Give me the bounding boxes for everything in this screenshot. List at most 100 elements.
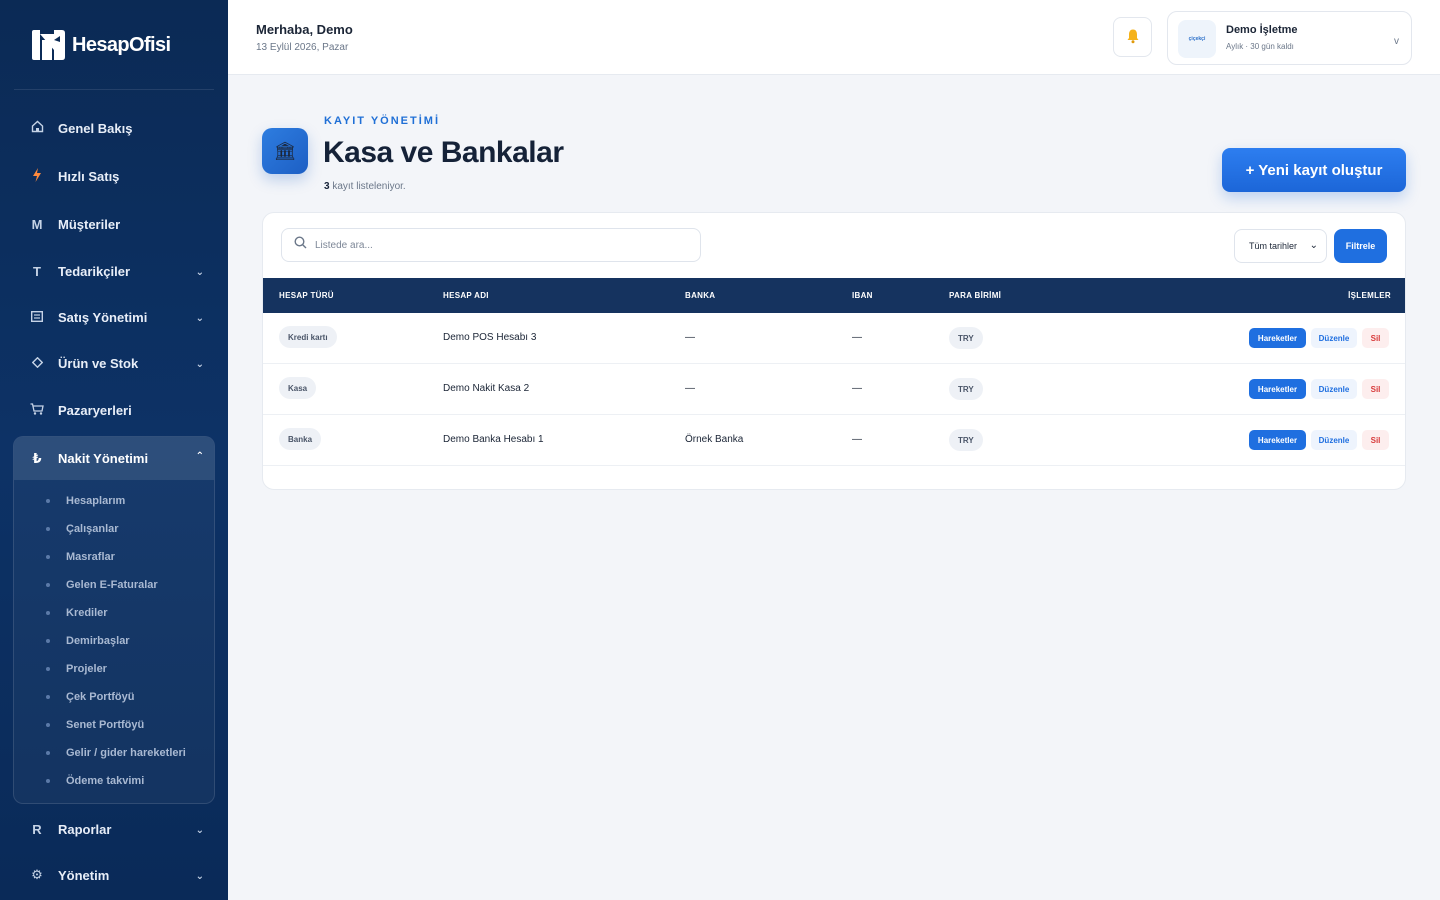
sidebar-item-sales[interactable]: Satış Yönetimi ⌄ xyxy=(14,295,214,339)
edit-button[interactable]: Düzenle xyxy=(1311,379,1357,399)
currency-badge: TRY xyxy=(949,378,983,400)
sidebar-item-cash-management[interactable]: ₺ Nakit Yönetimi ⌃ xyxy=(14,437,214,480)
table-header: HESAP TÜRÜ HESAP ADI BANKA IBAN PARA BİR… xyxy=(263,278,1405,313)
chevron-down-icon: ⌄ xyxy=(195,871,204,882)
column-header[interactable]: BANKA xyxy=(685,291,715,300)
bullet-icon xyxy=(46,611,50,615)
record-count: 3 kayıt listeleniyor. xyxy=(324,181,406,192)
delete-button[interactable]: Sil xyxy=(1362,328,1389,348)
sidebar-subitem-label: Gelir / gider hareketleri xyxy=(66,747,186,759)
search-box[interactable] xyxy=(281,228,701,262)
bullet-icon xyxy=(46,695,50,699)
column-header: İŞLEMLER xyxy=(1348,291,1391,300)
sidebar-item-overview[interactable]: Genel Bakış xyxy=(14,106,214,150)
logo-mark-icon xyxy=(30,28,68,62)
delete-button[interactable]: Sil xyxy=(1362,430,1389,450)
column-header[interactable]: PARA BİRİMİ xyxy=(949,291,1001,300)
sidebar-subitem[interactable]: Gelir / gider hareketleri xyxy=(46,743,186,763)
current-date: 13 Eylül 2026, Pazar xyxy=(256,42,349,53)
movements-button[interactable]: Hareketler xyxy=(1249,379,1306,399)
date-range-select[interactable]: Tüm tarihler ⌄ xyxy=(1234,229,1327,263)
sidebar-item-label: Tedarikçiler xyxy=(58,263,131,279)
new-record-button[interactable]: + Yeni kayıt oluştur xyxy=(1222,148,1406,192)
sidebar-subitem[interactable]: Çalışanlar xyxy=(46,519,119,539)
record-count-text: kayıt listeleniyor. xyxy=(329,181,406,192)
chevron-down-icon: ⌄ xyxy=(195,313,204,324)
account-type-badge: Banka xyxy=(279,428,322,450)
bank-name: — xyxy=(685,332,695,343)
bank-icon: 🏛 xyxy=(262,128,308,174)
sidebar-subitem[interactable]: Çek Portföyü xyxy=(46,687,134,707)
movements-button[interactable]: Hareketler xyxy=(1249,328,1306,348)
page-eyebrow: KAYIT YÖNETİMİ xyxy=(324,115,441,127)
bell-icon xyxy=(1125,28,1141,47)
sidebar-subitem[interactable]: Ödeme takvimi xyxy=(46,771,144,791)
sidebar-subitem[interactable]: Hesaplarım xyxy=(46,491,125,511)
sidebar-subitem-label: Ödeme takvimi xyxy=(66,775,145,787)
sidebar-item-marketplaces[interactable]: Pazaryerleri xyxy=(14,388,214,432)
cart-icon xyxy=(30,402,44,418)
sidebar-item-management[interactable]: ⚙ Yönetim ⌄ xyxy=(14,853,214,897)
chevron-down-icon: ⌄ xyxy=(195,359,204,370)
sidebar-item-products[interactable]: Ürün ve Stok ⌄ xyxy=(14,341,214,385)
suppliers-letter-icon: T xyxy=(33,263,41,279)
greeting: Merhaba, Demo xyxy=(256,22,353,37)
business-switcher[interactable]: çiçekçi Demo İşletme Aylık · 30 gün kald… xyxy=(1167,11,1412,65)
sidebar-subitem[interactable]: Demirbaşlar xyxy=(46,631,130,651)
sidebar-item-quick-sale[interactable]: Hızlı Satış xyxy=(14,154,214,198)
bolt-icon xyxy=(30,167,44,185)
table-row[interactable]: Kasa Demo Nakit Kasa 2 — — TRY Hareketle… xyxy=(263,364,1405,415)
movements-button[interactable]: Hareketler xyxy=(1249,430,1306,450)
column-header[interactable]: HESAP ADI xyxy=(443,291,489,300)
sidebar-subitem[interactable]: Masraflar xyxy=(46,547,115,567)
account-name: Demo POS Hesabı 3 xyxy=(443,332,537,343)
sidebar-subitem[interactable]: Gelen E-Faturalar xyxy=(46,575,158,595)
reports-letter-icon: R xyxy=(32,821,42,837)
home-icon xyxy=(30,120,44,136)
business-plan: Aylık · 30 gün kaldı xyxy=(1226,42,1294,51)
sidebar-item-label: Ürün ve Stok xyxy=(58,355,139,371)
bullet-icon xyxy=(46,723,50,727)
sidebar-subitem[interactable]: Krediler xyxy=(46,603,108,623)
sidebar-subitem[interactable]: Senet Portföyü xyxy=(46,715,144,735)
search-input[interactable] xyxy=(315,239,695,251)
bullet-icon xyxy=(46,555,50,559)
sidebar-item-reports[interactable]: R Raporlar ⌄ xyxy=(14,807,214,851)
sidebar-item-label: Raporlar xyxy=(58,821,112,837)
account-type-badge: Kredi kartı xyxy=(279,326,337,348)
sidebar-subitem-label: Çalışanlar xyxy=(66,523,119,535)
sidebar-subitem-label: Projeler xyxy=(66,663,107,675)
bank-name: — xyxy=(685,383,695,394)
chevron-up-icon: ⌃ xyxy=(195,451,204,462)
sidebar: HesapOfisi Genel Bakış Hızlı Satış M Müş… xyxy=(0,0,228,900)
account-name: Demo Banka Hesabı 1 xyxy=(443,434,544,445)
sidebar-subitem[interactable]: Projeler xyxy=(46,659,107,679)
bullet-icon xyxy=(46,583,50,587)
brand-logo[interactable]: HesapOfisi xyxy=(30,28,171,62)
business-logo: çiçekçi xyxy=(1178,20,1216,58)
sidebar-subitem-label: Gelen E-Faturalar xyxy=(66,579,158,591)
bullet-icon xyxy=(46,499,50,503)
sidebar-subitem-label: Çek Portföyü xyxy=(66,691,135,703)
edit-button[interactable]: Düzenle xyxy=(1311,328,1357,348)
column-header[interactable]: HESAP TÜRÜ xyxy=(279,291,334,300)
sidebar-subitem-label: Masraflar xyxy=(66,551,115,563)
account-name: Demo Nakit Kasa 2 xyxy=(443,383,530,394)
bullet-icon xyxy=(46,751,50,755)
sidebar-item-label: Satış Yönetimi xyxy=(58,309,148,325)
sidebar-group-cash-management: ₺ Nakit Yönetimi ⌃ Hesaplarım Çalışanlar… xyxy=(13,436,215,804)
table-row[interactable]: Kredi kartı Demo POS Hesabı 3 — — TRY Ha… xyxy=(263,313,1405,364)
notifications-button[interactable] xyxy=(1113,17,1152,57)
bullet-icon xyxy=(46,667,50,671)
table-row[interactable]: Banka Demo Banka Hesabı 1 Örnek Banka — … xyxy=(263,415,1405,466)
sidebar-item-suppliers[interactable]: T Tedarikçiler ⌄ xyxy=(14,249,214,293)
currency-badge: TRY xyxy=(949,327,983,349)
delete-button[interactable]: Sil xyxy=(1362,379,1389,399)
chevron-down-icon: ⌄ xyxy=(195,825,204,836)
sidebar-item-customers[interactable]: M Müşteriler xyxy=(14,202,214,246)
filter-button[interactable]: Filtrele xyxy=(1334,229,1387,263)
column-header[interactable]: IBAN xyxy=(852,291,873,300)
sidebar-divider xyxy=(14,89,214,90)
sidebar-subitem-label: Krediler xyxy=(66,607,108,619)
edit-button[interactable]: Düzenle xyxy=(1311,430,1357,450)
